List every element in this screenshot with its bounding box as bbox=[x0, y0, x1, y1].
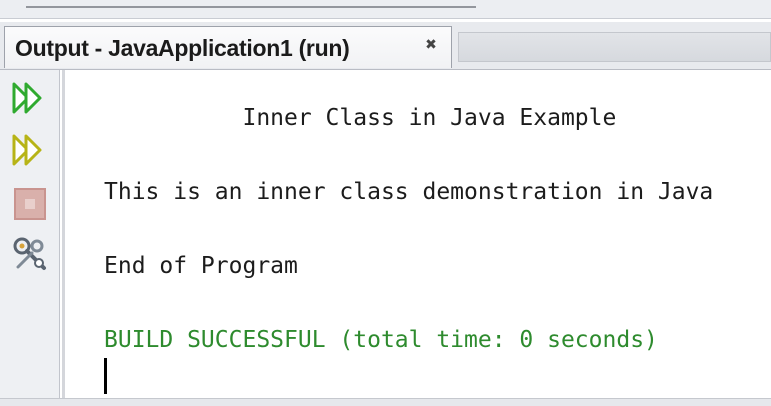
output-console[interactable]: Inner Class in Java Example This is an i… bbox=[66, 70, 771, 405]
rerun-button[interactable] bbox=[10, 78, 50, 118]
output-line: This is an inner class demonstration in … bbox=[104, 179, 714, 205]
settings-icon bbox=[13, 237, 46, 270]
ide-toolbar-remnant bbox=[0, 0, 771, 19]
output-line: End of Program bbox=[104, 253, 298, 279]
output-tab-bar: Output - JavaApplication1 (run) ✖ bbox=[0, 22, 771, 70]
stop-icon bbox=[14, 188, 46, 220]
tab-bar-empty-area bbox=[458, 32, 771, 62]
build-status-line: BUILD SUCCESSFUL (total time: 0 seconds) bbox=[104, 327, 658, 353]
sidebar-separator bbox=[62, 70, 65, 405]
close-tab-icon[interactable]: ✖ bbox=[423, 37, 439, 53]
rerun-icon bbox=[12, 82, 42, 114]
text-caret bbox=[104, 358, 107, 394]
output-line: Inner Class in Java Example bbox=[104, 105, 617, 131]
output-tab-title: Output - JavaApplication1 (run) bbox=[15, 35, 350, 61]
rerun-with-options-button[interactable] bbox=[10, 130, 50, 170]
toolbar-fragment bbox=[26, 0, 476, 8]
output-tab[interactable]: Output - JavaApplication1 (run) ✖ bbox=[4, 26, 452, 68]
output-toolbar bbox=[0, 70, 60, 405]
settings-button[interactable] bbox=[10, 234, 50, 274]
stop-button[interactable] bbox=[10, 184, 50, 224]
rerun-with-options-icon bbox=[12, 134, 42, 166]
